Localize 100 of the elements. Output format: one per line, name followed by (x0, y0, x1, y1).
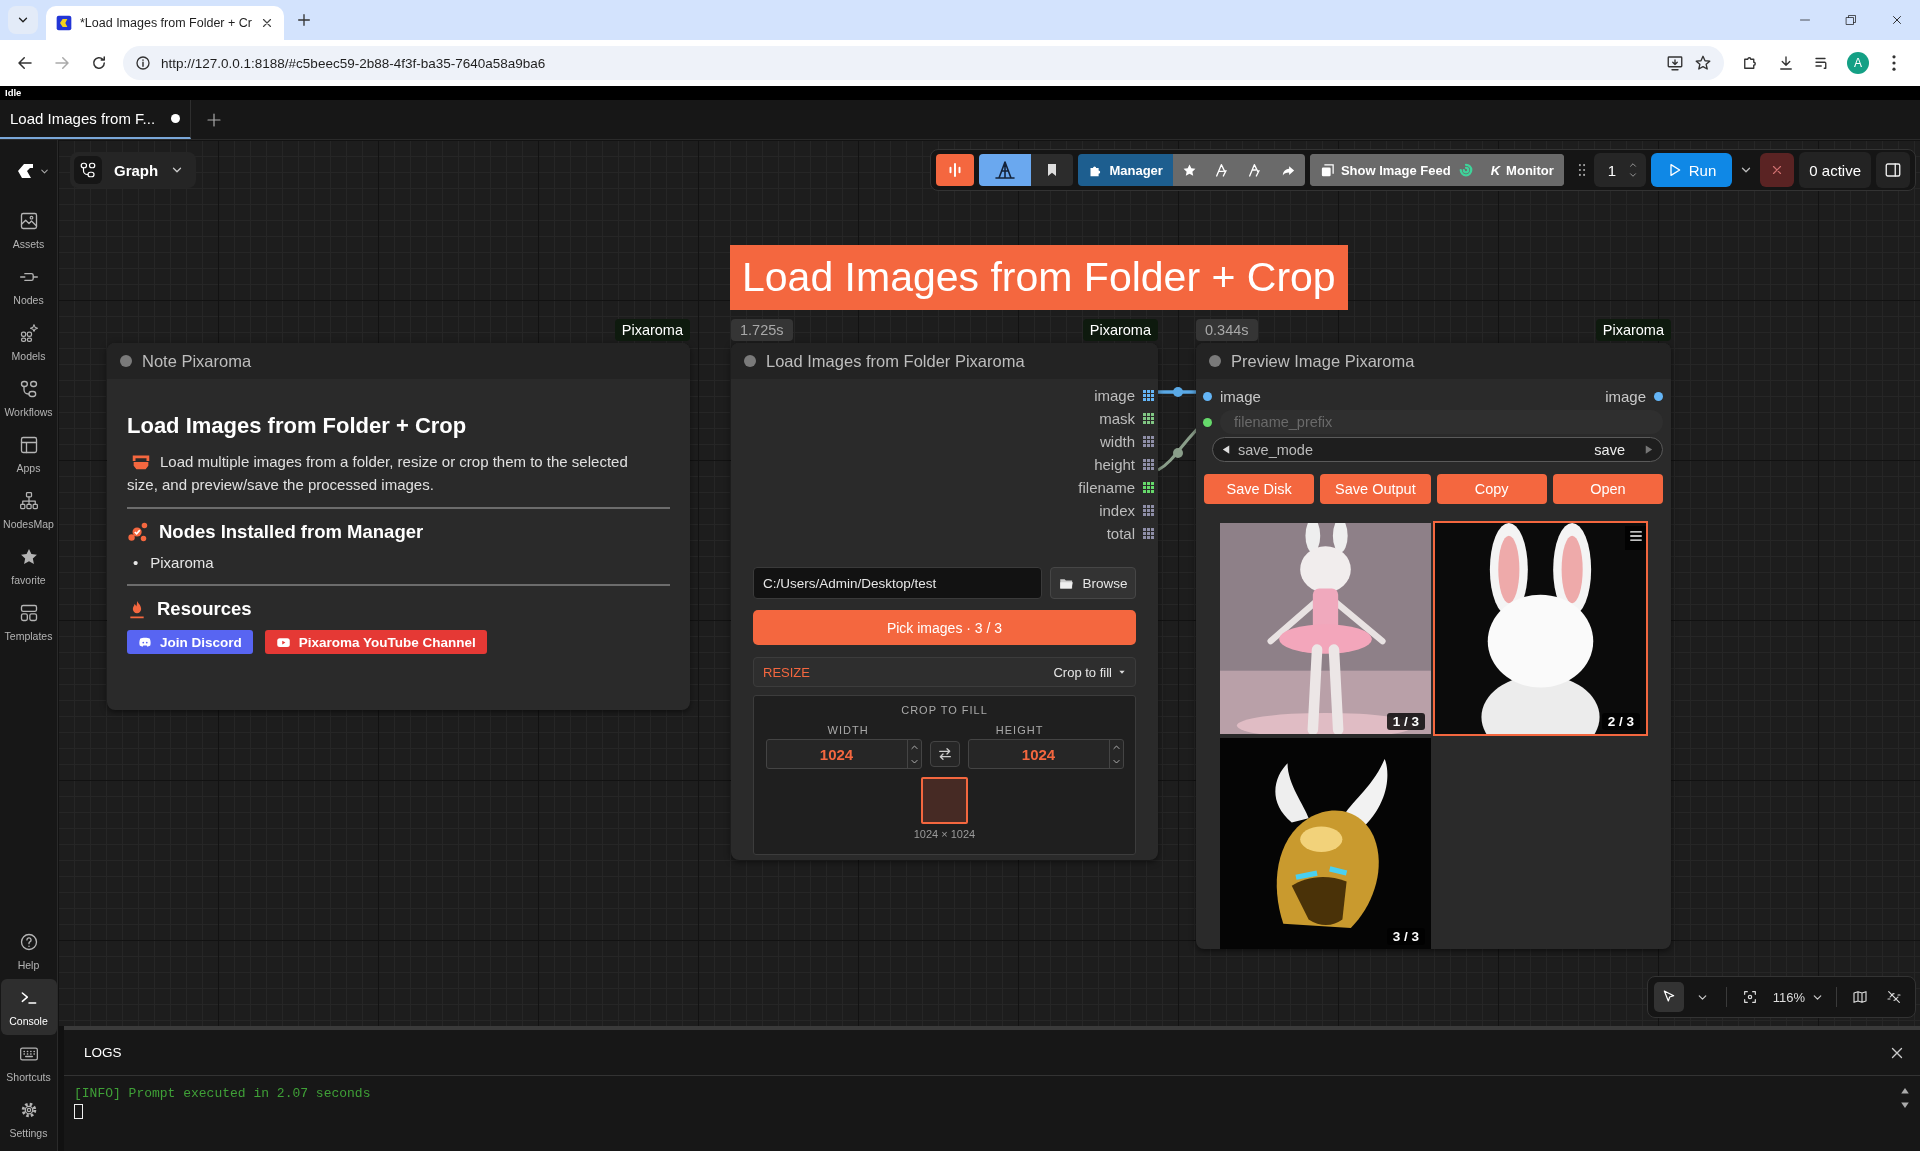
list-item: Pixaroma (150, 553, 214, 573)
favorite-button[interactable] (1172, 154, 1206, 186)
node-status-dot (744, 355, 756, 367)
output-slot-icon[interactable] (1143, 482, 1154, 493)
sidebar-item[interactable]: Assets (0, 202, 57, 258)
sidebar-item[interactable]: Console (0, 979, 57, 1035)
run-button[interactable]: Run (1650, 153, 1733, 187)
flow-icon (18, 378, 39, 399)
output-label: total (1106, 525, 1135, 542)
more-vertical-icon (1892, 55, 1896, 71)
sidebar-item[interactable]: favorite (0, 538, 57, 594)
sidebar-item[interactable]: Help (0, 923, 57, 979)
aspect-preview (921, 777, 968, 824)
batch-count-field[interactable]: 1 (1593, 153, 1646, 187)
spin-down-icon (1628, 170, 1639, 180)
output-slot-icon[interactable] (1143, 459, 1154, 470)
save-mode-value: save (1594, 441, 1625, 458)
output-slot-icon[interactable] (1143, 413, 1154, 424)
select-tool-button[interactable] (1653, 982, 1684, 1012)
panel-toggle-button[interactable] (1876, 152, 1910, 188)
image-thumbnail[interactable]: 3 / 3 (1218, 736, 1433, 949)
image-thumbnail[interactable]: 2 / 3 (1433, 521, 1648, 736)
active-queue-button[interactable]: 0 active (1799, 152, 1871, 188)
scroll-down-icon (1900, 1100, 1910, 1110)
width-field[interactable]: 1024 (765, 739, 922, 769)
audio-bars-button[interactable] (936, 154, 975, 186)
back-arrow-icon (16, 54, 34, 72)
sidebar-item[interactable]: Workflows (0, 370, 57, 426)
size-caption: 1024 × 1024 (913, 828, 976, 840)
section-heading: Resources (157, 598, 252, 620)
resize-dropdown[interactable]: RESIZE Crop to fill (753, 657, 1136, 687)
hierarchy-icon (18, 490, 39, 511)
sidebar-item[interactable]: Settings (0, 1091, 57, 1147)
height-field[interactable]: 1024 (967, 739, 1124, 769)
logo-button[interactable] (979, 154, 1032, 186)
note-heading: Load Images from Folder + Crop (127, 413, 468, 439)
panel-title: LOGS (84, 1045, 122, 1060)
gallery-icon (1319, 162, 1335, 178)
folder-path-field[interactable]: C:/Users/Admin/Desktop/test (753, 567, 1042, 599)
output-slot-icon[interactable] (1143, 505, 1154, 516)
crop-title: CROP TO FILL (901, 704, 988, 716)
save-mode-selector[interactable]: save_mode save (1212, 437, 1663, 462)
manager-button[interactable]: Manager (1078, 154, 1173, 186)
browser-tab[interactable]: *Load Images from Folder + Cr (46, 6, 284, 40)
browse-button[interactable]: Browse (1050, 567, 1136, 599)
execution-time-badge: 0.344s (1196, 319, 1258, 341)
graph-menu-button[interactable]: Graph (70, 152, 197, 188)
sidebar-item[interactable]: Shortcuts (0, 1035, 57, 1091)
link-button[interactable]: Pixaroma YouTube Channel (264, 630, 487, 654)
download-icon (1777, 54, 1795, 72)
input-slot-dot[interactable] (1203, 391, 1212, 401)
template-icon (18, 602, 39, 623)
output-label: height (1094, 456, 1135, 473)
output-slot-icon[interactable] (1143, 436, 1154, 447)
image-thumbnail[interactable]: 1 / 3 (1218, 521, 1433, 736)
sidebar-item[interactable]: Nodes (0, 258, 57, 314)
spin-up-icon (1628, 160, 1639, 170)
discord-icon (138, 635, 152, 649)
swap-button[interactable] (929, 741, 960, 767)
node-source-badge: Pixaroma (1082, 319, 1158, 341)
node-title: Note Pixaroma (107, 343, 690, 379)
input-slot-dot[interactable] (1203, 417, 1212, 427)
menu-icon[interactable] (1629, 529, 1643, 543)
node-status-dot (1209, 355, 1221, 367)
link-button[interactable]: Join Discord (127, 630, 253, 654)
star-outline-icon (1694, 54, 1712, 72)
sidebar-item[interactable]: Templates (0, 594, 57, 650)
image-index-badge: 1 / 3 (1386, 713, 1425, 730)
forward-arrow-icon (53, 54, 71, 72)
extensions-icon (1741, 54, 1759, 72)
sidebar-item[interactable]: NodesMap (0, 482, 57, 538)
layout-icon (18, 434, 39, 455)
output-slot-dot[interactable] (1654, 391, 1663, 401)
share-button[interactable] (1271, 154, 1305, 186)
left-arrow-icon (1221, 444, 1232, 455)
zoom-button[interactable]: 116% (1768, 982, 1828, 1012)
node-source-badge: Pixaroma (1595, 319, 1671, 341)
output-label: mask (1099, 410, 1135, 427)
image-index-badge: 3 / 3 (1386, 928, 1425, 945)
node-status-dot (120, 355, 132, 367)
plus-icon (295, 12, 312, 28)
panel-icon (1884, 161, 1902, 179)
network-check-icon (127, 521, 149, 543)
field-label: HEIGHT (995, 724, 1044, 736)
scroll-up-icon (1900, 1086, 1910, 1096)
right-arrow-icon (1643, 444, 1654, 455)
output-slot-icon[interactable] (1143, 390, 1154, 401)
bookmark-button[interactable] (1031, 154, 1074, 186)
output-slot-icon[interactable] (1143, 528, 1154, 539)
caret-icon (1118, 668, 1126, 676)
sidebar-item[interactable]: Apps (0, 426, 57, 482)
resize-label: RESIZE (763, 664, 810, 680)
node-source-badge: Pixaroma (614, 319, 690, 341)
sidebar-item[interactable]: Models (0, 314, 57, 370)
filename-prefix-field[interactable]: filename_prefix (1220, 410, 1663, 434)
image-index-badge: 2 / 3 (1601, 713, 1640, 730)
close-icon (1890, 13, 1904, 27)
cancel-button[interactable] (1760, 153, 1795, 187)
graph-icon (79, 161, 97, 179)
note-description: Load multiple images from a folder, resize or crop them to the selected (160, 452, 628, 472)
